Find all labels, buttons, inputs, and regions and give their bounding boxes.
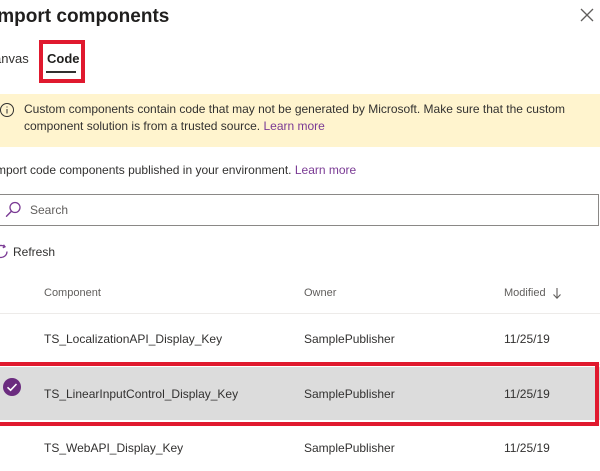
tab-code[interactable]: Code [47, 51, 80, 66]
warning-banner-text: Custom components contain code that may … [24, 101, 584, 135]
column-header-modified[interactable]: Modified [504, 287, 546, 299]
cell-owner: SamplePublisher [304, 441, 395, 455]
cell-owner: SamplePublisher [304, 332, 395, 346]
cell-owner: SamplePublisher [304, 387, 395, 401]
cell-component: TS_LocalizationAPI_Display_Key [44, 332, 223, 346]
tab-selected-indicator [46, 71, 76, 73]
tab-canvas[interactable]: anvas [0, 51, 29, 66]
cell-modified: 11/25/19 [504, 387, 550, 401]
cell-modified: 11/25/19 [504, 441, 550, 455]
column-header-component[interactable]: Component [44, 287, 101, 299]
search-icon [5, 201, 21, 217]
sort-descending-icon [553, 288, 561, 300]
cell-component: TS_LinearInputControl_Display_Key [44, 387, 239, 401]
refresh-icon[interactable] [0, 244, 9, 259]
intro-text: mport code components published in your … [0, 163, 356, 177]
intro-learn-more-link[interactable]: Learn more [295, 163, 356, 177]
intro-message: mport code components published in your … [0, 163, 292, 177]
refresh-button[interactable]: Refresh [13, 245, 55, 259]
dialog-title: Import components [0, 6, 170, 27]
cell-modified: 11/25/19 [504, 332, 550, 346]
info-icon [0, 103, 14, 117]
cell-component: TS_WebAPI_Display_Key [44, 441, 184, 455]
checkmark-circle-icon[interactable] [2, 377, 22, 397]
search-input[interactable] [30, 200, 430, 220]
column-header-owner[interactable]: Owner [304, 287, 336, 299]
banner-learn-more-link[interactable]: Learn more [263, 119, 324, 133]
row-divider [0, 364, 600, 365]
close-icon [580, 8, 594, 22]
close-button[interactable] [576, 4, 598, 26]
